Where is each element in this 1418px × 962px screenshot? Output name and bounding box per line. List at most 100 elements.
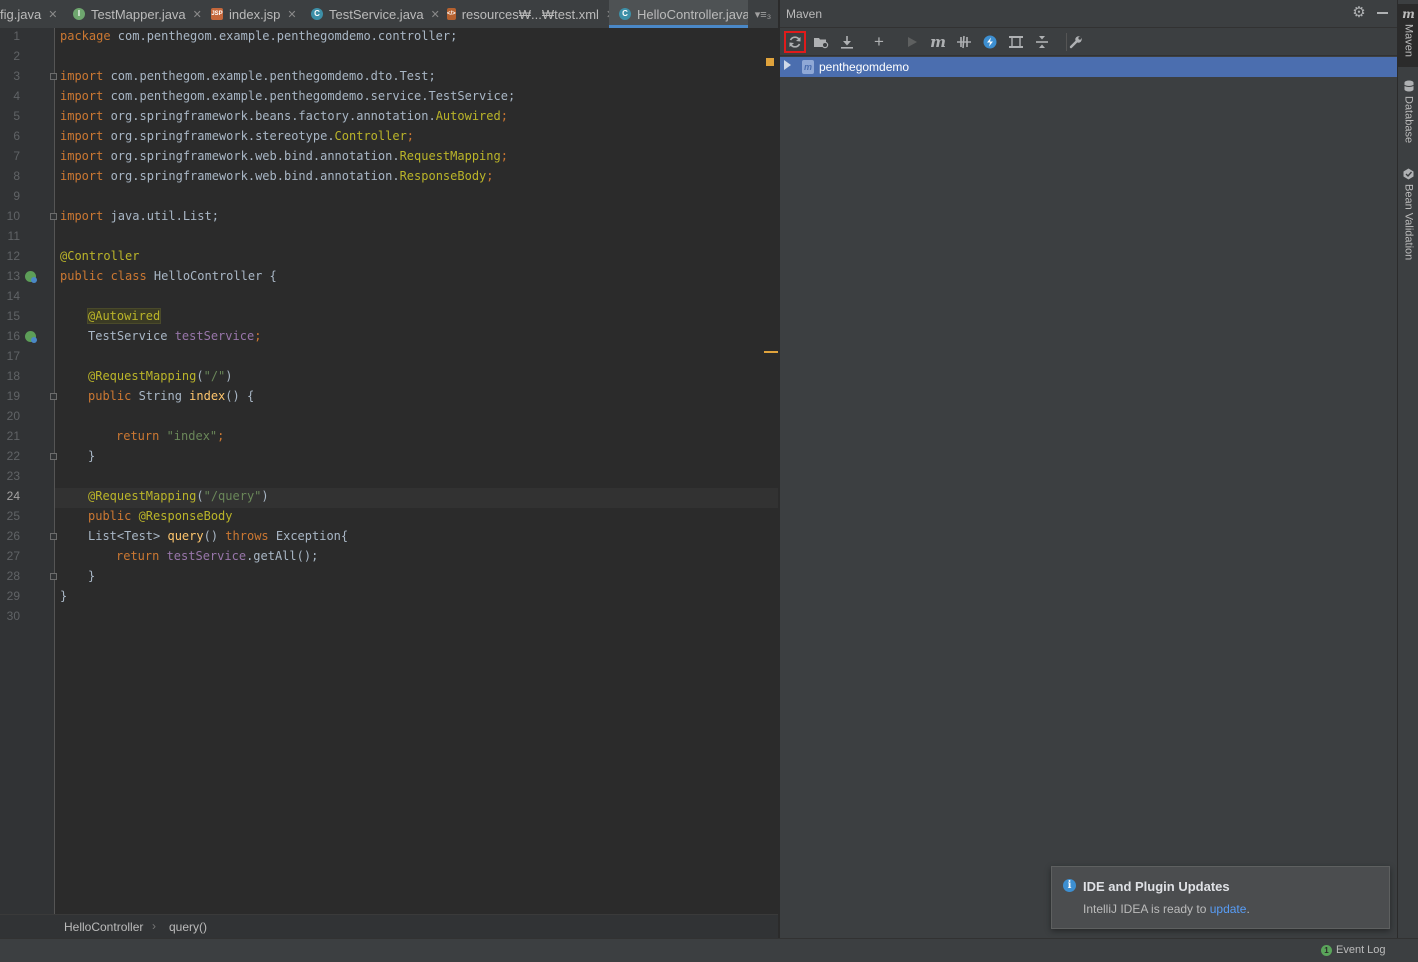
reimport-all-button[interactable]: [784, 31, 806, 53]
close-icon[interactable]: ✕: [193, 8, 202, 21]
add-maven-project-button[interactable]: +: [868, 31, 890, 53]
inspection-status-icon[interactable]: [766, 58, 774, 66]
plus-icon: +: [874, 32, 884, 51]
spring-autowire-icon[interactable]: [25, 331, 37, 343]
line-number: 4: [13, 89, 20, 103]
code-line: }: [88, 569, 96, 583]
collapse-all-button[interactable]: [1031, 31, 1053, 53]
fold-marker-icon[interactable]: [50, 453, 57, 460]
code-line: import org.springframework.beans.factory…: [60, 109, 508, 123]
execute-maven-goal-button[interactable]: m: [927, 31, 949, 53]
code-line: @RequestMapping("/query"): [88, 489, 269, 503]
tab-label: fig.java: [0, 6, 42, 22]
tool-tab-maven[interactable]: m Maven: [1398, 4, 1418, 67]
line-number: 7: [13, 149, 20, 163]
tab-index-jsp[interactable]: JSP index.jsp ✕: [204, 0, 307, 28]
tab-test-xml[interactable]: </>resources₩...₩test.xml✕: [440, 0, 615, 28]
maven-project-row[interactable]: m penthegomdemo: [780, 57, 1398, 77]
fold-marker-icon[interactable]: [50, 393, 57, 400]
breadcrumb-class[interactable]: HelloController: [64, 920, 143, 934]
notification-title: IDE and Plugin Updates: [1083, 879, 1230, 894]
spring-bean-icon[interactable]: [25, 271, 37, 283]
fold-marker-icon[interactable]: [50, 213, 57, 220]
code-editor[interactable]: 1 2 3 4 5 6 7 8 9 10 11 12 13 14 15 16 1…: [0, 28, 778, 914]
fold-marker-icon[interactable]: [50, 573, 57, 580]
line-number: 3: [13, 69, 20, 83]
close-icon[interactable]: ✕: [48, 8, 57, 21]
offline-icon: [957, 35, 971, 49]
close-icon[interactable]: ✕: [431, 8, 440, 21]
download-sources-button[interactable]: [836, 31, 858, 53]
interface-icon: I: [73, 8, 85, 20]
event-log-label: Event Log: [1336, 944, 1386, 956]
fold-marker-icon[interactable]: [50, 533, 57, 540]
code-line: import org.springframework.web.bind.anno…: [60, 149, 508, 163]
refresh-icon: [789, 36, 801, 48]
tab-testmapper[interactable]: I TestMapper.java ✕: [66, 0, 203, 28]
code-line: List<Test> query() throws Exception{: [88, 529, 349, 543]
line-number: 5: [13, 109, 20, 123]
tab-testservice[interactable]: C TestService.java ✕: [304, 0, 441, 28]
breadcrumb-method[interactable]: query(): [169, 920, 207, 934]
line-number: 26: [6, 529, 20, 543]
maven-toolbar: + m: [780, 28, 1398, 56]
line-number: 27: [6, 549, 20, 563]
line-number: 17: [6, 349, 20, 363]
tab-overflow-button[interactable]: ▾≡₃: [748, 0, 778, 28]
line-number: 21: [6, 429, 20, 443]
maven-settings-button[interactable]: [1065, 31, 1087, 53]
line-number: 14: [6, 289, 20, 303]
code-line: return testService.getAll();: [116, 549, 319, 563]
tool-tab-label: Maven: [1402, 24, 1415, 58]
tool-tab-label: Database: [1402, 96, 1415, 144]
run-maven-build-button[interactable]: [901, 31, 923, 53]
tab-hellocontroller[interactable]: C HelloController.java: [609, 0, 758, 28]
code-line: }: [60, 589, 68, 603]
line-number: 9: [13, 189, 20, 203]
code-line: public class HelloController {: [60, 269, 277, 283]
skip-tests-icon: [983, 35, 997, 49]
toggle-skip-tests-button[interactable]: [979, 31, 1001, 53]
tool-tab-database[interactable]: Database: [1398, 80, 1418, 152]
tab-label: index.jsp: [229, 6, 281, 22]
notification-body: IntelliJ IDEA is ready to update.: [1083, 902, 1250, 916]
line-number: 16: [6, 329, 20, 343]
tab-label: resources₩...₩test.xml: [461, 6, 599, 22]
right-tool-strip: m Maven Database Bean Validation: [1397, 0, 1418, 938]
line-number: 25: [6, 509, 20, 523]
class-icon: C: [311, 8, 323, 20]
event-log-button[interactable]: 1 Event Log: [1321, 944, 1386, 956]
line-number: 12: [6, 249, 20, 263]
line-number: 28: [6, 569, 20, 583]
line-number: 30: [6, 609, 20, 623]
gear-icon[interactable]: ⚙: [1350, 4, 1368, 22]
line-number: 13: [6, 269, 20, 283]
scrollbar-warning-marker[interactable]: [764, 351, 778, 353]
line-number: 20: [6, 409, 20, 423]
code-line: import com.penthegom.example.penthegomde…: [60, 89, 516, 103]
close-icon[interactable]: ✕: [287, 8, 296, 21]
code-line: import java.util.List;: [60, 209, 219, 223]
line-number: 24: [6, 489, 20, 503]
collapse-icon: [1036, 36, 1048, 48]
update-notification: i IDE and Plugin Updates IntelliJ IDEA i…: [1051, 866, 1390, 929]
code-line: import org.springframework.web.bind.anno…: [60, 169, 494, 183]
expand-arrow-icon[interactable]: [784, 60, 791, 70]
maven-title: Maven: [786, 7, 823, 21]
minimize-icon[interactable]: [1377, 12, 1388, 14]
toggle-offline-mode-button[interactable]: [953, 31, 975, 53]
breadcrumb: HelloController › query(): [0, 914, 778, 939]
code-line: @Controller: [60, 249, 140, 263]
code-line: import org.springframework.stereotype.Co…: [60, 129, 415, 143]
show-dependencies-button[interactable]: [1005, 31, 1027, 53]
fold-marker-icon[interactable]: [50, 73, 57, 80]
tab-config-java[interactable]: fig.java ✕: [0, 0, 62, 28]
line-number: 23: [6, 469, 20, 483]
maven-m-icon: m: [1402, 7, 1415, 21]
tab-label: TestService.java: [329, 6, 424, 22]
update-link[interactable]: update: [1210, 902, 1247, 916]
tool-tab-bean-validation[interactable]: Bean Validation: [1398, 168, 1418, 268]
generate-sources-button[interactable]: [810, 31, 832, 53]
download-icon: [841, 36, 853, 49]
info-icon: i: [1063, 879, 1076, 892]
